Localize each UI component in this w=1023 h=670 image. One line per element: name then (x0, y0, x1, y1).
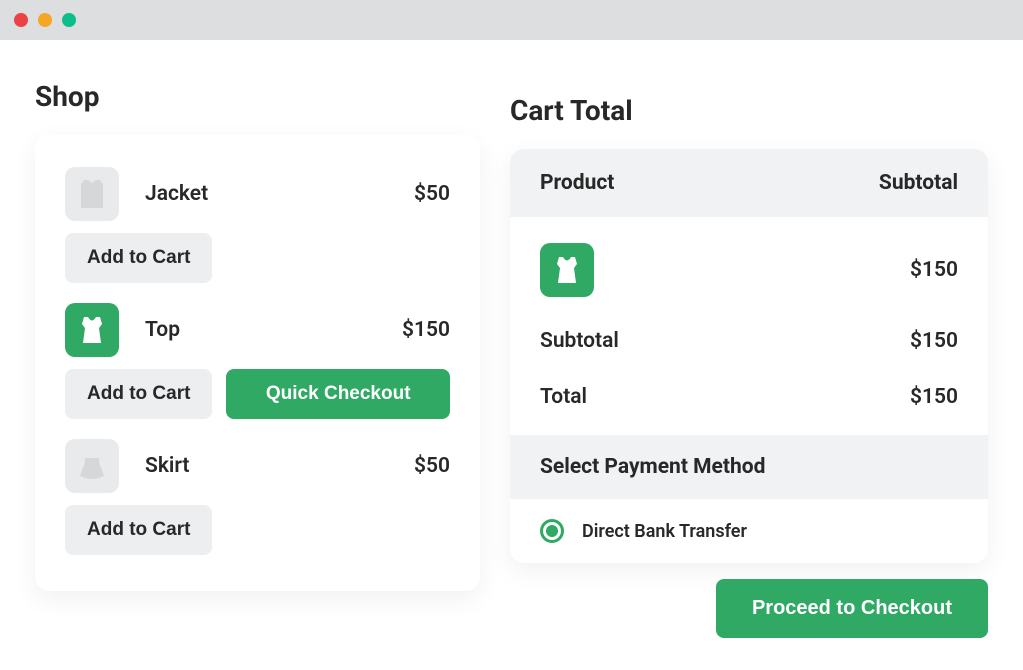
cart-column: Cart Total Product Subtotal $150 Su (510, 80, 988, 638)
subtotal-value: $150 (910, 329, 958, 353)
product-name: Top (145, 318, 402, 342)
product-row-top: Top $150 (65, 291, 450, 369)
payment-option-label: Direct Bank Transfer (582, 521, 747, 542)
product-buttons: Add to Cart Quick Checkout (65, 369, 450, 427)
total-label: Total (540, 385, 910, 409)
skirt-icon (65, 439, 119, 493)
shop-title: Shop (35, 80, 480, 113)
cart-item-price: $150 (910, 258, 958, 282)
cart-body: $150 Subtotal $150 Total $150 (510, 217, 988, 435)
product-price: $50 (414, 454, 450, 478)
checkout-row: Proceed to Checkout (510, 563, 988, 638)
shop-column: Shop Jacket $50 Add to Cart (35, 80, 480, 638)
product-name: Skirt (145, 454, 414, 478)
product-price: $50 (414, 182, 450, 206)
add-to-cart-button[interactable]: Add to Cart (65, 233, 212, 283)
product-buttons: Add to Cart (65, 233, 450, 291)
minimize-dot[interactable] (38, 13, 52, 27)
product-name: Jacket (145, 182, 414, 206)
cart-header: Product Subtotal (510, 149, 988, 217)
cart-card: Product Subtotal $150 Subtotal $150 (510, 149, 988, 563)
window-chrome (0, 0, 1023, 40)
close-dot[interactable] (14, 13, 28, 27)
product-row-jacket: Jacket $50 (65, 155, 450, 233)
payment-option-direct-bank[interactable]: Direct Bank Transfer (510, 499, 988, 563)
product-buttons: Add to Cart (65, 505, 450, 563)
maximize-dot[interactable] (62, 13, 76, 27)
payment-header: Select Payment Method (510, 435, 988, 499)
shop-card: Jacket $50 Add to Cart Top $150 Add to C… (35, 135, 480, 591)
cart-title: Cart Total (510, 94, 988, 127)
add-to-cart-button[interactable]: Add to Cart (65, 505, 212, 555)
top-icon (65, 303, 119, 357)
add-to-cart-button[interactable]: Add to Cart (65, 369, 212, 419)
jacket-icon (65, 167, 119, 221)
cart-subtotal-row: Subtotal $150 (540, 313, 958, 369)
quick-checkout-button[interactable]: Quick Checkout (226, 369, 450, 419)
product-row-skirt: Skirt $50 (65, 427, 450, 505)
total-value: $150 (910, 385, 958, 409)
cart-item-top-icon (540, 243, 594, 297)
cart-item-row: $150 (540, 227, 958, 313)
subtotal-label: Subtotal (540, 329, 910, 353)
content: Shop Jacket $50 Add to Cart (0, 40, 1023, 668)
product-price: $150 (402, 318, 450, 342)
proceed-to-checkout-button[interactable]: Proceed to Checkout (716, 579, 988, 638)
cart-header-subtotal: Subtotal (879, 171, 958, 195)
cart-header-product: Product (540, 171, 879, 195)
cart-total-row: Total $150 (540, 369, 958, 425)
radio-selected-icon (540, 519, 564, 543)
